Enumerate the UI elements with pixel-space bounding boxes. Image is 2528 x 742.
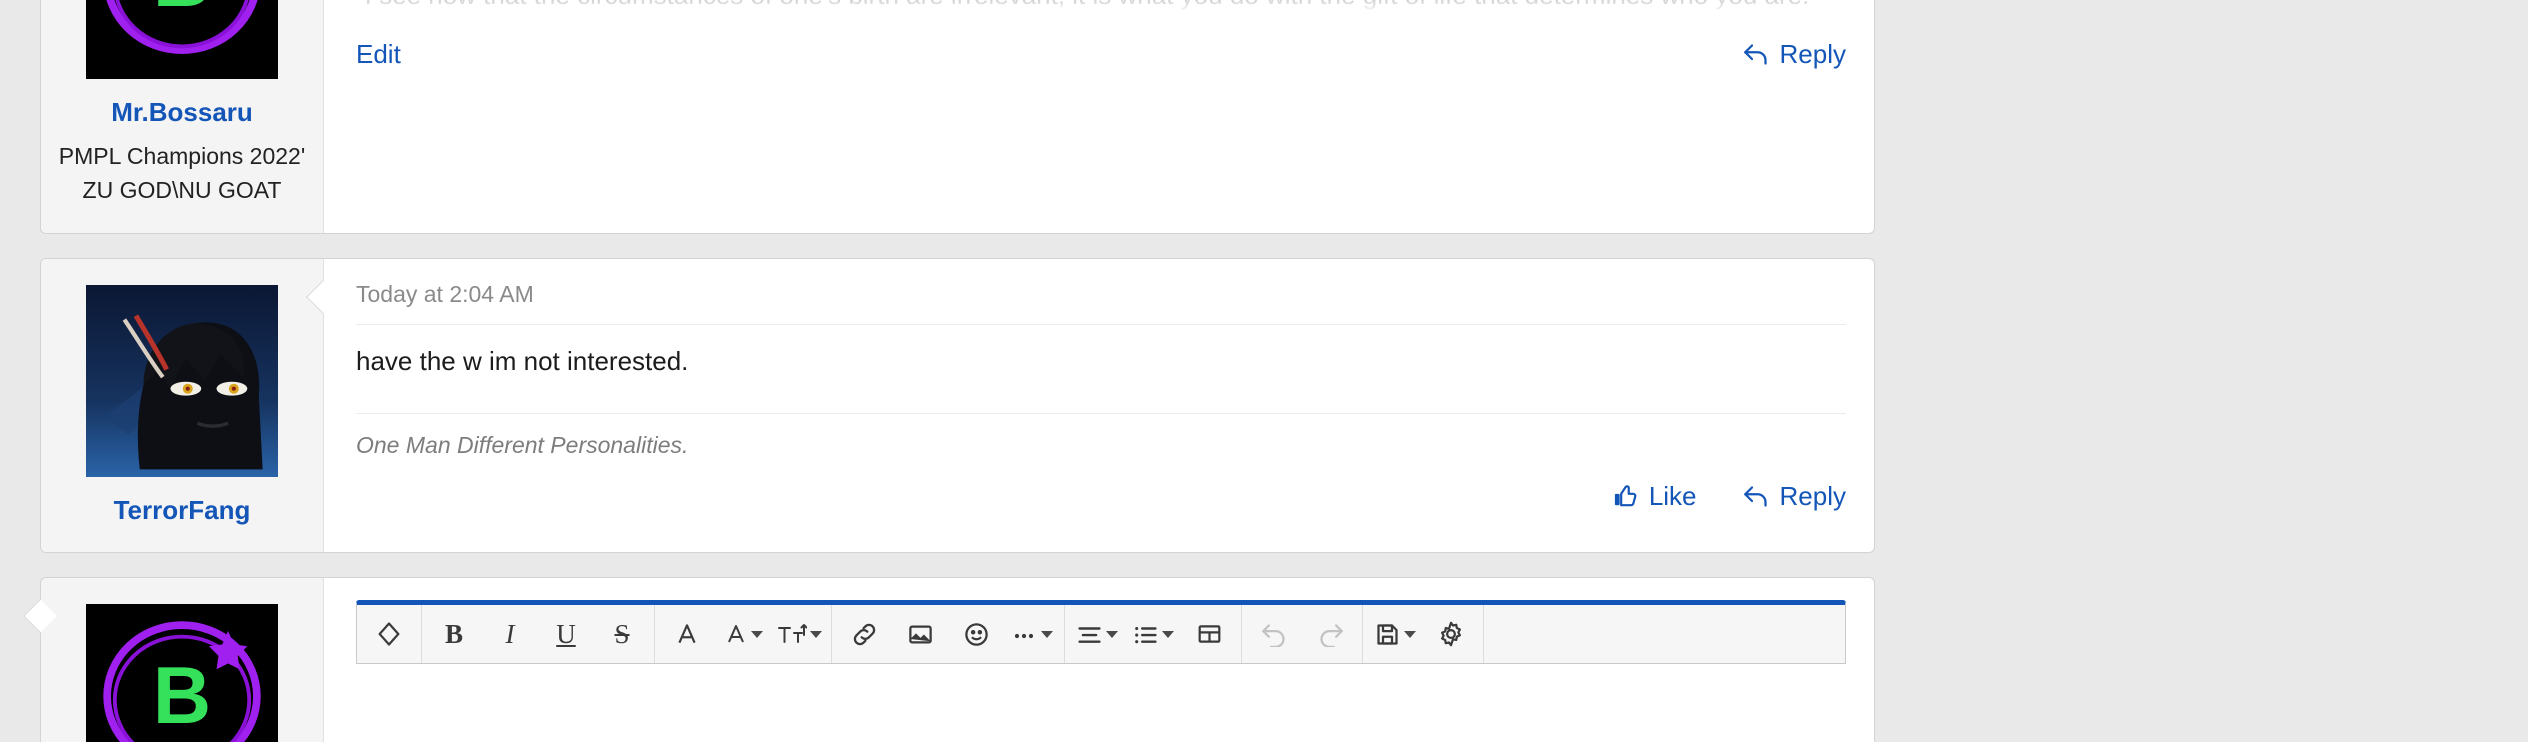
- post-item: TerrorFang Today at 2:04 AM have the w i…: [40, 257, 1875, 554]
- reply-label: Reply: [1779, 480, 1846, 511]
- chevron-down-icon: [1404, 630, 1416, 638]
- reply-label: Reply: [1779, 39, 1846, 69]
- table-icon[interactable]: [1181, 606, 1237, 662]
- strikethrough-icon[interactable]: S: [594, 606, 650, 662]
- post-signature: One Man Different Personalities.: [356, 412, 1846, 459]
- thread-post-list: B Mr.Bossaru PMPL Champions 2022' ZU GOD…: [23, 0, 1875, 742]
- settings-gear-icon[interactable]: [1423, 606, 1479, 662]
- svg-text:B: B: [153, 651, 211, 741]
- link-icon[interactable]: [836, 606, 892, 662]
- more-options-icon[interactable]: [1004, 606, 1060, 662]
- toolbar-group: [1242, 605, 1363, 664]
- post-actions: Edit Reply: [356, 17, 1846, 96]
- toolbar-group: [832, 605, 1065, 664]
- toolbar-group: [1363, 605, 1484, 664]
- post-content-column: All Hail The King------ ----------------…: [324, 0, 1874, 233]
- post-author-name[interactable]: Mr.Bossaru: [57, 97, 307, 128]
- reply-arrow-icon: [1743, 485, 1767, 507]
- post-timestamp[interactable]: Today at 2:04 AM: [356, 259, 1846, 325]
- undo-icon[interactable]: [1246, 606, 1302, 662]
- drawing-icon[interactable]: [361, 606, 417, 662]
- toolbar-group: [1065, 605, 1242, 664]
- chevron-down-icon: [1106, 630, 1118, 638]
- chevron-down-icon: [809, 630, 822, 638]
- post-author-title: PMPL Champions 2022' ZU GOD\NU GOAT: [58, 143, 306, 203]
- reply-editor-post: B B I U S: [23, 577, 1875, 742]
- italic-icon[interactable]: I: [482, 606, 538, 662]
- image-icon[interactable]: [892, 606, 948, 662]
- text-align-icon[interactable]: [1069, 606, 1125, 662]
- post-author-column: B Mr.Bossaru PMPL Champions 2022' ZU GOD…: [41, 0, 324, 233]
- toolbar-group: [655, 605, 832, 664]
- smilies-icon[interactable]: [948, 606, 1004, 662]
- chevron-down-icon: [1040, 630, 1053, 638]
- post-author-column: B: [41, 578, 324, 742]
- chevron-down-icon: [750, 630, 763, 638]
- reply-button[interactable]: Reply: [1743, 481, 1846, 512]
- reply-button[interactable]: Reply: [1743, 39, 1846, 70]
- draft-save-icon[interactable]: [1367, 606, 1423, 662]
- post-content-column: Today at 2:04 AM have the w im not inter…: [306, 259, 1874, 552]
- font-size-icon[interactable]: [771, 606, 827, 662]
- editor-toolbar: B I U S: [357, 605, 1845, 664]
- post-body-clipped: All Hail The King------ ----------------…: [356, 0, 1846, 17]
- font-family-icon[interactable]: [715, 606, 771, 662]
- post-actions: Like Reply: [356, 459, 1846, 538]
- text-color-icon[interactable]: [659, 606, 715, 662]
- post-author-name[interactable]: TerrorFang: [57, 495, 307, 526]
- edit-button[interactable]: Edit: [356, 39, 401, 70]
- forum-thread-page: B Mr.Bossaru PMPL Champions 2022' ZU GOD…: [0, 0, 2528, 742]
- edit-label: Edit: [356, 39, 401, 69]
- redo-icon[interactable]: [1302, 606, 1358, 662]
- chevron-down-icon: [1162, 630, 1174, 638]
- like-button[interactable]: Like: [1612, 481, 1697, 512]
- thumbs-up-icon: [1614, 485, 1637, 507]
- toolbar-group: B I U S: [422, 605, 655, 664]
- reply-arrow-icon: [1743, 44, 1767, 65]
- underline-icon[interactable]: U: [538, 606, 594, 662]
- bold-icon[interactable]: B: [426, 606, 482, 662]
- mr-bossaru-avatar[interactable]: B: [86, 604, 278, 742]
- quote-mewtwo: “I see now that the circumstances of one…: [356, 0, 1846, 17]
- rich-text-editor: B I U S: [356, 600, 1846, 665]
- toolbar-group: [357, 605, 422, 664]
- post-message: have the w im not interested.: [356, 345, 689, 376]
- post-author-column: TerrorFang: [41, 258, 324, 553]
- list-icon[interactable]: [1125, 606, 1181, 662]
- terrorfang-avatar[interactable]: [86, 284, 278, 477]
- post-body: All Hail The King------ ----------------…: [356, 0, 1846, 17]
- svg-text:B: B: [153, 0, 211, 24]
- like-label: Like: [1648, 480, 1697, 511]
- mr-bossaru-avatar[interactable]: B: [86, 0, 278, 79]
- post-body: have the w im not interested.: [356, 325, 1846, 395]
- post-item: B Mr.Bossaru PMPL Champions 2022' ZU GOD…: [40, 0, 1875, 234]
- reply-editor-column: B I U S: [23, 578, 1874, 742]
